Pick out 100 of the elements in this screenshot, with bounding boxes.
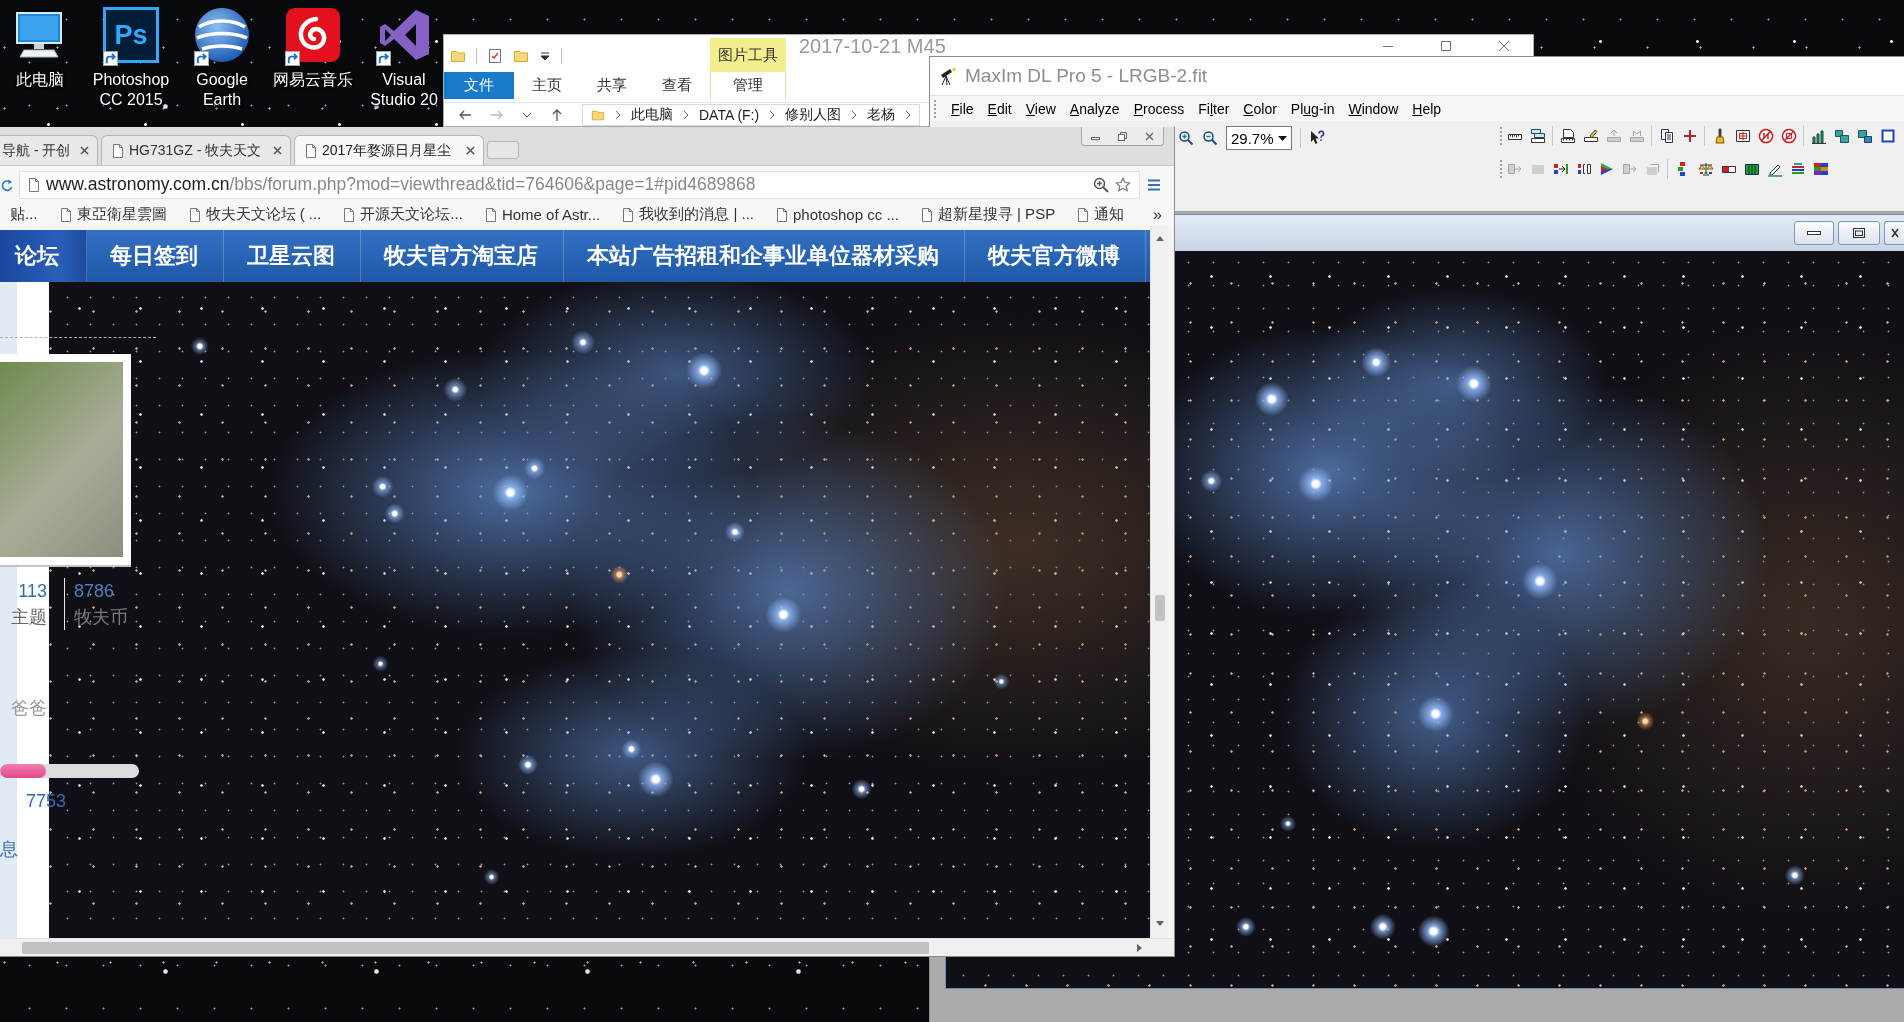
bookmark[interactable]: 通知	[1077, 205, 1125, 224]
close-icon[interactable]	[1145, 131, 1154, 141]
ruler-document-icon[interactable]	[1559, 128, 1576, 144]
bookmark[interactable]: 超新星搜寻 | PSP	[920, 205, 1056, 224]
menu-item[interactable]: View	[1025, 100, 1056, 117]
bracket-icon[interactable]	[1575, 161, 1592, 177]
swirl-tile-icon	[285, 7, 341, 63]
maximize-icon	[1853, 228, 1865, 238]
desktop-shortcut[interactable]: 网易云音乐	[273, 7, 353, 110]
zoom-in-icon[interactable]	[1178, 130, 1194, 146]
caret-down-icon[interactable]	[539, 49, 551, 62]
stack-icon[interactable]	[1789, 161, 1806, 177]
close-icon[interactable]	[466, 146, 475, 155]
chevron-right-icon[interactable]	[851, 110, 858, 120]
vertical-scrollbar[interactable]	[1150, 226, 1168, 938]
menu-item[interactable]: Plug-in	[1290, 100, 1335, 117]
squares-icon[interactable]	[1833, 128, 1850, 144]
menu-item[interactable]: File	[951, 100, 974, 117]
scroll-thumb[interactable]	[22, 941, 929, 954]
bookmark[interactable]: 贴...	[10, 205, 38, 224]
columns-icon[interactable]	[1743, 161, 1760, 177]
desktop-shortcut[interactable]: Visual Studio 20	[364, 7, 444, 110]
stat-value[interactable]: 8786	[74, 578, 128, 604]
address-bar[interactable]: www.astronomy.com.cn/bbs/forum.php?mod=viewthread&tid=764606&page=1#pid4689868	[19, 170, 1140, 199]
maximize-button[interactable]	[1838, 221, 1880, 245]
chevron-right-icon[interactable]	[683, 110, 689, 120]
menu-item[interactable]: Process	[1133, 100, 1185, 117]
chevron-right-icon[interactable]	[615, 110, 621, 120]
back-arrow-icon[interactable]	[458, 108, 472, 122]
bookmark[interactable]: 我收到的消息 | ...	[622, 205, 754, 224]
desktop-shortcut[interactable]: 此电脑	[0, 7, 80, 110]
caret-down-icon[interactable]	[1278, 135, 1287, 141]
menu-item[interactable]: Edit	[987, 100, 1012, 117]
ruler-stack-icon[interactable]	[1529, 128, 1546, 144]
ribbon-tab[interactable]: 共享	[579, 72, 644, 99]
menu-item[interactable]: Filter	[1198, 100, 1230, 117]
bookmark[interactable]: Home of Astr...	[484, 206, 601, 223]
bookmark[interactable]: 开源天文论坛...	[343, 205, 463, 224]
horizontal-scrollbar[interactable]	[0, 938, 1174, 956]
grid-icon[interactable]	[1812, 161, 1829, 177]
square-icon[interactable]	[1879, 128, 1896, 144]
no-entry-icon[interactable]	[1757, 128, 1774, 144]
window-title: 2017-10-21 M45	[798, 35, 946, 56]
circle-square-icon[interactable]	[1780, 128, 1797, 144]
close-icon[interactable]	[273, 146, 282, 155]
plus-icon[interactable]	[1681, 128, 1698, 144]
star-icon[interactable]	[1115, 176, 1131, 193]
bookmark[interactable]: 牧夫天文论坛 ( ...	[188, 205, 322, 224]
close-icon[interactable]	[80, 146, 89, 155]
menu-item[interactable]: Color	[1243, 100, 1277, 117]
link-text[interactable]: 息	[0, 837, 18, 861]
address-field[interactable]: 此电脑 DATA (F:) 修别人图 老杨	[582, 104, 921, 126]
ruler-pen-icon[interactable]	[1582, 128, 1599, 144]
menu-item[interactable]: Window	[1348, 100, 1399, 117]
bar-chart-icon[interactable]	[1810, 128, 1827, 144]
zoom-out-icon[interactable]	[1202, 130, 1218, 146]
pages-icon[interactable]	[1658, 128, 1675, 144]
right-arrow-icon[interactable]	[1137, 943, 1142, 952]
bookmark[interactable]: 東亞衛星雲圖	[59, 205, 167, 224]
nav-tab[interactable]: 论坛	[0, 230, 87, 282]
more-bookmarks-button[interactable]: »	[1153, 205, 1162, 224]
ribbon-tab[interactable]: 主页	[514, 72, 579, 99]
ribbon-tab[interactable]: 文件	[444, 72, 514, 99]
channel-arrows-icon[interactable]	[1552, 161, 1569, 177]
ribbon-tab[interactable]: 查看	[644, 72, 709, 99]
maximize-icon[interactable]	[1441, 41, 1451, 51]
bookmark[interactable]: photoshop cc ...	[776, 206, 899, 223]
squares-offset-icon[interactable]	[1856, 128, 1873, 144]
reload-icon[interactable]	[0, 177, 13, 192]
stat-value[interactable]: 113	[18, 578, 47, 604]
scroll-thumb[interactable]	[1154, 595, 1165, 621]
close-icon[interactable]	[1499, 41, 1509, 51]
menu-item[interactable]: Help	[1412, 100, 1442, 117]
menu-item[interactable]: Analyze	[1069, 100, 1120, 117]
close-button[interactable]	[1884, 221, 1904, 245]
frame-cross-icon[interactable]	[1734, 128, 1751, 144]
desktop-shortcut[interactable]: Google Earth	[182, 7, 262, 110]
breadcrumb-item[interactable]: 此电脑	[631, 106, 673, 124]
browser-tab[interactable]: 2017年婺源日月星尘	[294, 135, 484, 165]
up-arrow-icon[interactable]	[550, 108, 564, 122]
chevron-right-icon[interactable]	[769, 110, 776, 120]
down-arrow-icon[interactable]	[1155, 921, 1164, 926]
up-arrow-icon[interactable]	[1155, 236, 1164, 241]
desktop-shortcut[interactable]: Ps Photoshop CC 2015	[91, 7, 171, 110]
zoom-dropdown[interactable]: 29.7%	[1226, 126, 1292, 150]
chevron-down-icon[interactable]	[522, 110, 532, 120]
help-cursor-icon[interactable]	[1309, 130, 1325, 146]
play-icon[interactable]	[1598, 161, 1615, 177]
zoom-icon[interactable]	[1093, 176, 1109, 193]
breadcrumb-item[interactable]: 老杨	[867, 106, 896, 124]
minimize-button[interactable]	[1794, 221, 1834, 245]
breadcrumb-item[interactable]: DATA (F:)	[699, 107, 760, 123]
balance-icon[interactable]	[1697, 161, 1714, 177]
chevron-right-icon[interactable]	[905, 110, 912, 120]
breadcrumb-item[interactable]: 修别人图	[785, 106, 842, 124]
checklist-icon[interactable]	[487, 47, 503, 64]
restore-icon[interactable]	[1118, 131, 1127, 141]
browser-tab[interactable]: HG731GZ - 牧夫天文	[101, 135, 291, 165]
ribbon-tab[interactable]: 管理	[710, 72, 786, 99]
browser-tab[interactable]: 导航 - 开创	[0, 135, 98, 165]
